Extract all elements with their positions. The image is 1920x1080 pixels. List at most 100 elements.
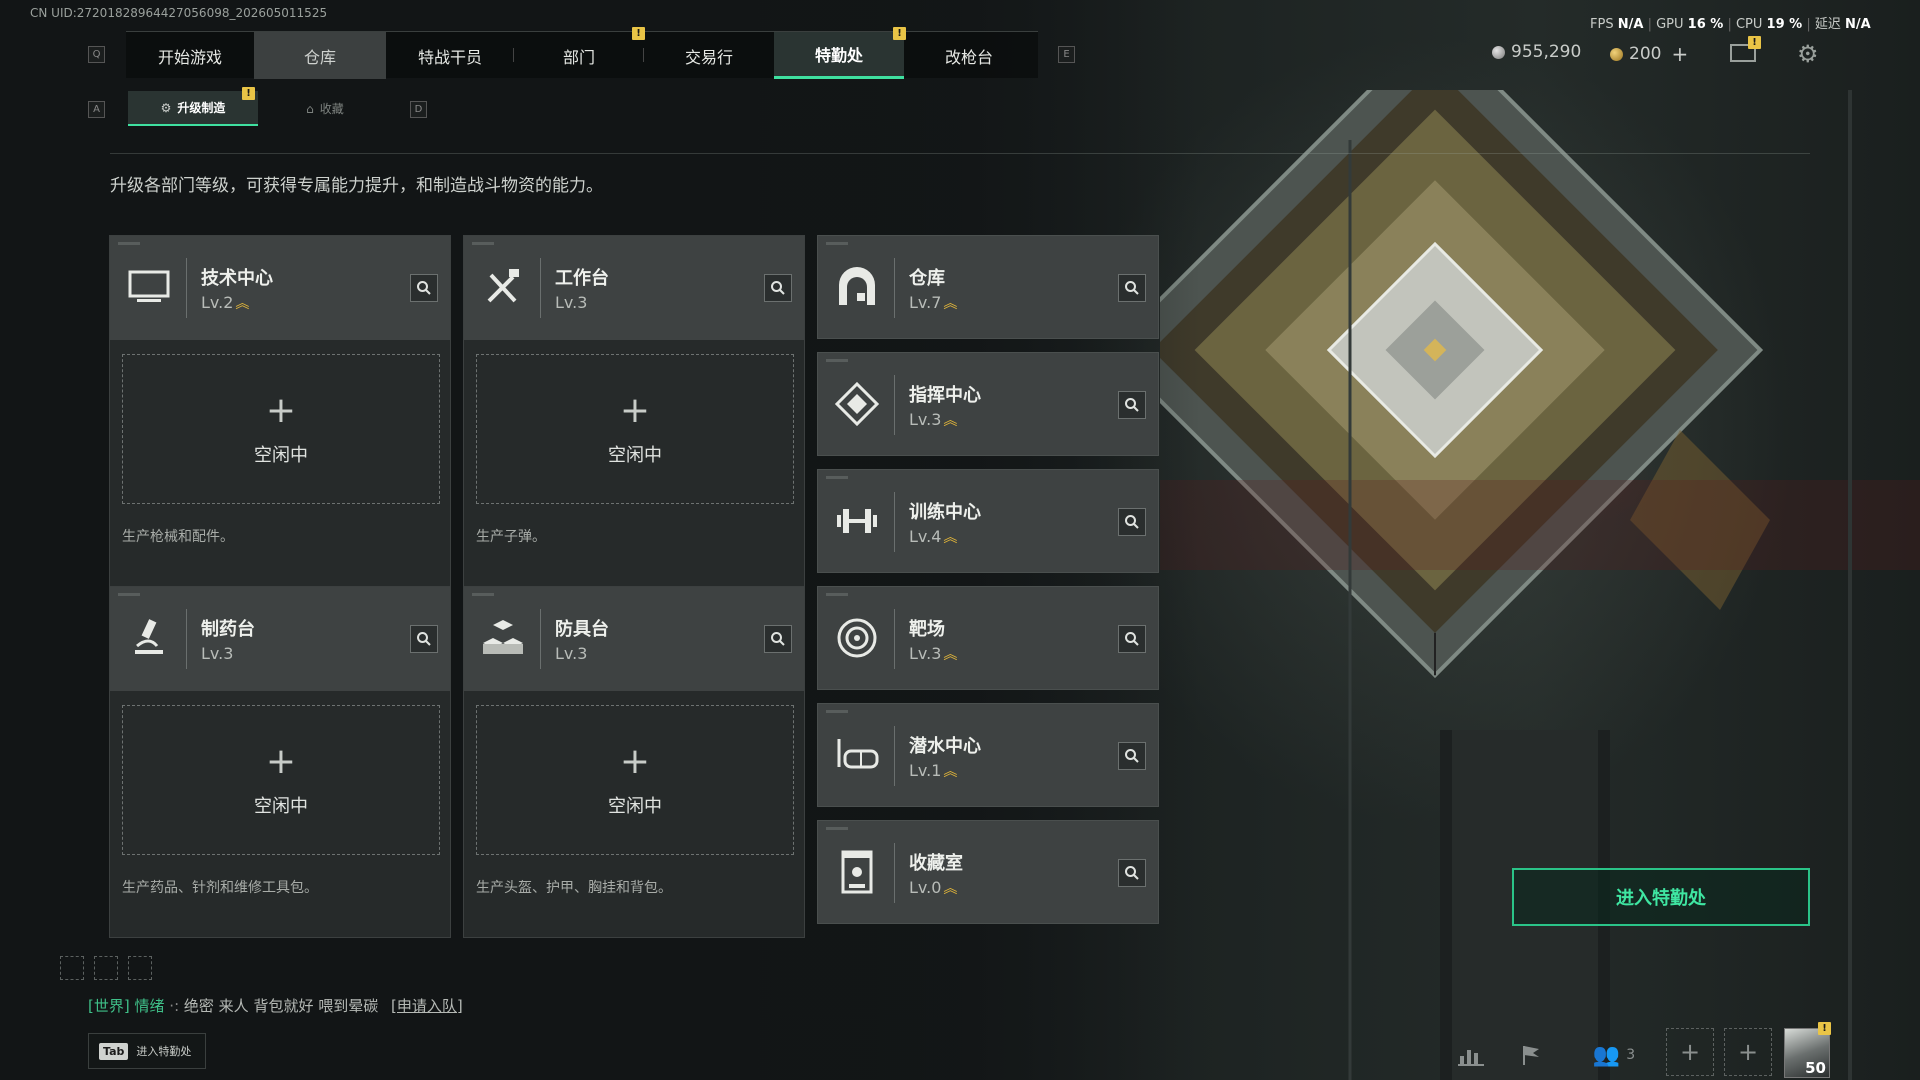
facility-name: 潜水中心 (909, 736, 981, 757)
level-text: Lv.3 (555, 293, 588, 312)
facility-collection-room[interactable]: 收藏室 Lv.0 ︽ (817, 820, 1159, 924)
add-icon: + (619, 390, 651, 431)
upgrade-chevron-icon: ︽ (943, 647, 958, 663)
header-divider (894, 492, 895, 552)
inspect-magnifier-icon[interactable] (1118, 391, 1146, 419)
facility-command-center[interactable]: 指挥中心 Lv.3 ︽ (817, 352, 1159, 456)
facility-training-center[interactable]: 训练中心 Lv.4 ︽ (817, 469, 1159, 573)
uid-text: CN UID:27201828964427056098_202605011525 (30, 6, 328, 20)
inspect-magnifier-icon[interactable] (1118, 274, 1146, 302)
fps-label: FPS (1590, 17, 1614, 32)
apply-join-link[interactable]: [申请入队] (391, 997, 463, 1015)
invite-slot-1[interactable]: + (1666, 1028, 1714, 1076)
level-text: Lv.4 (909, 527, 942, 546)
tab-start-game[interactable]: 开始游戏 (126, 32, 254, 79)
facility-level: Lv.1 ︽ (909, 761, 957, 781)
invite-slot-2[interactable]: + (1724, 1028, 1772, 1076)
level-text: Lv.3 (909, 644, 942, 663)
card-tag (118, 242, 140, 245)
craft-slot[interactable]: + 空闲中 (476, 354, 794, 504)
tab-operators[interactable]: 特战干员 (386, 32, 514, 79)
cpu-value: 19 % (1766, 17, 1803, 32)
inspect-magnifier-icon[interactable] (410, 625, 438, 653)
card-tag (472, 593, 494, 596)
card-header[interactable]: 防具台 Lv.3 (464, 587, 804, 691)
card-tag (826, 242, 848, 245)
add-currency-button[interactable]: + (1671, 42, 1688, 66)
chat-tool-icon[interactable] (94, 956, 118, 980)
craft-slot[interactable]: + 空闲中 (476, 705, 794, 855)
produces-text: 生产枪械和配件。 (122, 529, 234, 545)
subtab-label: 收藏 (319, 102, 344, 116)
facility-vault[interactable]: 仓库 Lv.7 ︽ (817, 235, 1159, 339)
facility-level: Lv.3 ︽ (909, 644, 957, 664)
tab-trade[interactable]: 交易行 (644, 32, 774, 79)
card-tag (118, 593, 140, 596)
upgrade-chevron-icon: ︽ (943, 530, 958, 546)
produces-text: 生产子弹。 (476, 529, 546, 545)
flag-icon[interactable] (1508, 1032, 1554, 1078)
inspect-magnifier-icon[interactable] (1118, 625, 1146, 653)
production-card-pharmacy: 制药台 Lv.3 + 空闲中 生产药品、针剂和维修工具包。 (109, 586, 451, 938)
facility-name: 收藏室 (909, 853, 963, 874)
card-tag (472, 242, 494, 245)
inspect-magnifier-icon[interactable] (1118, 859, 1146, 887)
card-header[interactable]: 技术中心 Lv.2 ︽ (110, 236, 450, 340)
command-icon (832, 379, 882, 429)
facility-diving-center[interactable]: 潜水中心 Lv.1 ︽ (817, 703, 1159, 807)
inspect-magnifier-icon[interactable] (410, 274, 438, 302)
friends-button[interactable]: 👥 3 (1584, 1032, 1644, 1078)
craft-icon: ⚙ (160, 100, 172, 115)
tools-icon (478, 262, 528, 312)
collection-icon (832, 847, 882, 897)
card-header[interactable]: 工作台 Lv.3 (464, 236, 804, 340)
monitor-icon (124, 262, 174, 312)
facility-level: Lv.4 ︽ (909, 527, 957, 547)
level-text: Lv.0 (909, 878, 942, 897)
tab-gunsmith[interactable]: 改枪台 (904, 32, 1034, 79)
facility-level: Lv.3 ︽ (909, 410, 957, 430)
subnav-key-a[interactable]: A (88, 101, 105, 118)
gpu-value: 16 % (1687, 17, 1724, 32)
header-divider (186, 258, 187, 318)
chat-tool-icon[interactable] (60, 956, 84, 980)
chat-toolbar (60, 956, 152, 980)
facility-name: 防具台 (555, 619, 609, 640)
inspect-magnifier-icon[interactable] (764, 274, 792, 302)
subtab-upgrade-craft[interactable]: ⚙ 升级制造 (128, 91, 258, 126)
upgrade-chevron-icon: ︽ (943, 413, 958, 429)
nav-key-q[interactable]: Q (88, 46, 105, 63)
chat-tool-icon[interactable] (128, 956, 152, 980)
production-card-tech-center: 技术中心 Lv.2 ︽ + 空闲中 生产枪械和配件。 (109, 235, 451, 587)
inspect-magnifier-icon[interactable] (1118, 508, 1146, 536)
settings-gear-icon[interactable]: ⚙ (1797, 40, 1819, 68)
subtab-collection[interactable]: ⌂ 收藏 (262, 91, 388, 126)
chat-user[interactable]: 情绪 (135, 997, 165, 1015)
chat-channel: [世界] (88, 997, 130, 1015)
card-tag (826, 359, 848, 362)
tab-warehouse[interactable]: 仓库 (254, 32, 386, 79)
page-description: 升级各部门等级，可获得专属能力提升，和制造战斗物资的能力。 (110, 176, 603, 196)
facility-shooting-range[interactable]: 靶场 Lv.3 ︽ (817, 586, 1159, 690)
tab-departments[interactable]: 部门 (514, 32, 644, 79)
tab-key: Tab (99, 1042, 129, 1060)
inspect-magnifier-icon[interactable] (1118, 742, 1146, 770)
card-header[interactable]: 制药台 Lv.3 (110, 587, 450, 691)
stats-chart-icon[interactable] (1448, 1032, 1494, 1078)
nav-key-e[interactable]: E (1058, 46, 1075, 63)
facility-level: Lv.3 (555, 644, 587, 663)
craft-slot[interactable]: + 空闲中 (122, 705, 440, 855)
tab-hint[interactable]: Tab 进入特勤处 (88, 1033, 206, 1069)
coins-value: 955,290 (1511, 42, 1582, 62)
gpu-label: GPU (1656, 17, 1684, 32)
chat-separator: ·: (169, 997, 180, 1015)
player-avatar[interactable]: 50 (1784, 1028, 1830, 1078)
subnav-key-d[interactable]: D (410, 101, 427, 118)
enter-special-ops-button[interactable]: 进入特勤处 (1512, 868, 1810, 926)
craft-slot[interactable]: + 空闲中 (122, 354, 440, 504)
header-divider (540, 258, 541, 318)
tab-special-ops[interactable]: 特勤处 (774, 32, 904, 79)
chat-text: 绝密 来人 背包就好 喂到晕碳 (183, 997, 379, 1015)
inspect-magnifier-icon[interactable] (764, 625, 792, 653)
avatar-alert-badge: ! (1818, 1022, 1831, 1035)
